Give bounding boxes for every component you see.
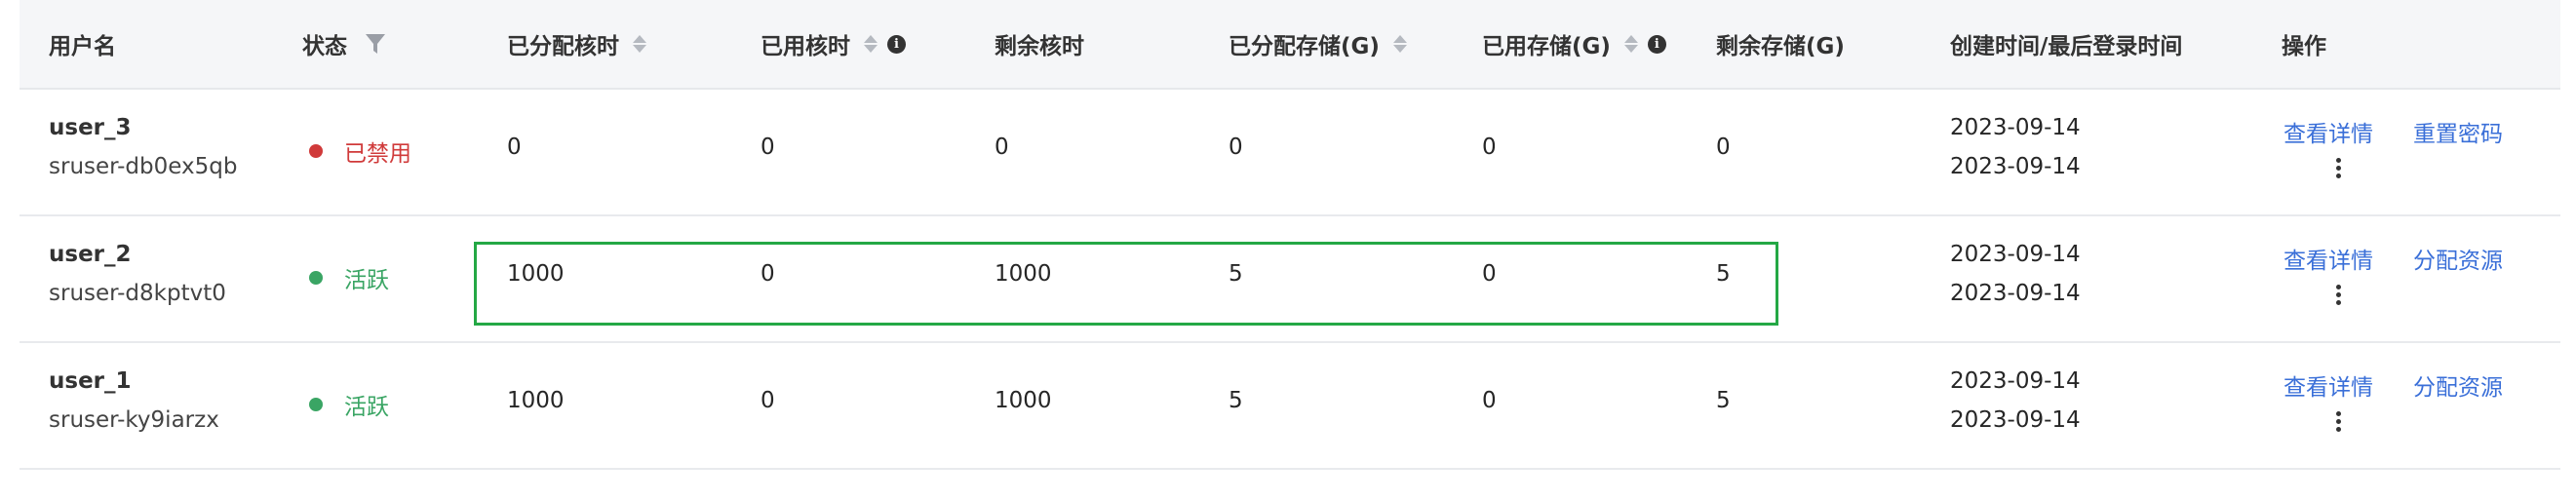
info-icon[interactable]: i (887, 34, 906, 54)
status-dot (309, 271, 323, 285)
used-core-hours: 0 (761, 388, 775, 413)
column-header-label: 已用核时 (761, 34, 850, 59)
status-badge: 已禁用 (309, 135, 411, 168)
table-row: user_2 sruser-d8kptvt0 活跃 1000 0 1000 5 … (20, 216, 2560, 343)
used-core-hours: 0 (761, 135, 775, 160)
column-header-used-storage[interactable]: 已用存储(G) i (1482, 0, 1666, 88)
user-table: 用户名 状态 已分配核时 已用核时 i 剩余核时 已分配存储(G) 已用存储(G… (20, 0, 2560, 470)
status-text: 已禁用 (344, 141, 411, 167)
column-header-allocated-core-hours[interactable]: 已分配核时 (507, 0, 646, 88)
column-header-status: 状态 (302, 0, 386, 88)
remaining-core-hours: 1000 (995, 261, 1052, 287)
status-text: 活跃 (344, 268, 389, 293)
column-header-allocated-storage[interactable]: 已分配存储(G) (1229, 0, 1407, 88)
reset-password-link[interactable]: 重置密码 (2413, 115, 2503, 148)
filter-icon[interactable] (365, 32, 386, 56)
more-vertical-icon[interactable] (2333, 158, 2343, 178)
status-dot (309, 398, 323, 411)
user-id: sruser-db0ex5qb (49, 154, 238, 179)
sort-icon[interactable] (633, 35, 646, 53)
column-header-username: 用户名 (49, 0, 116, 88)
status-text: 活跃 (344, 395, 389, 420)
column-header-remaining-core-hours: 剩余核时 (995, 0, 1084, 88)
user-name: user_1 (49, 368, 132, 394)
table-header: 用户名 状态 已分配核时 已用核时 i 剩余核时 已分配存储(G) 已用存储(G… (20, 0, 2560, 90)
column-header-label: 创建时间/最后登录时间 (1950, 34, 2183, 59)
remaining-core-hours: 0 (995, 135, 1009, 160)
user-name: user_2 (49, 242, 132, 267)
column-header-label: 状态 (302, 34, 347, 59)
column-header-remaining-storage: 剩余存储(G) (1716, 0, 1845, 88)
allocated-core-hours: 1000 (507, 388, 565, 413)
sort-icon[interactable] (1623, 35, 1638, 53)
allocated-core-hours: 1000 (507, 261, 565, 287)
table-row: user_1 sruser-ky9iarzx 活跃 1000 0 1000 5 … (20, 343, 2560, 470)
status-badge: 活跃 (309, 388, 389, 421)
sort-icon[interactable] (1392, 35, 1407, 53)
remaining-storage: 0 (1716, 135, 1731, 160)
last-login-time: 2023-09-14 (1950, 407, 2081, 433)
allocated-storage: 0 (1229, 135, 1243, 160)
user-name: user_3 (49, 115, 132, 140)
created-time: 2023-09-14 (1950, 368, 2081, 394)
view-details-link[interactable]: 查看详情 (2283, 115, 2373, 148)
status-dot (309, 144, 323, 158)
remaining-core-hours: 1000 (995, 388, 1052, 413)
last-login-time: 2023-09-14 (1950, 281, 2081, 306)
created-time: 2023-09-14 (1950, 115, 2081, 140)
allocate-resources-link[interactable]: 分配资源 (2413, 368, 2503, 402)
remaining-storage: 5 (1716, 388, 1731, 413)
used-storage: 0 (1482, 135, 1497, 160)
view-details-link[interactable]: 查看详情 (2283, 368, 2373, 402)
info-icon[interactable]: i (1647, 34, 1666, 54)
user-id: sruser-d8kptvt0 (49, 281, 226, 306)
used-storage: 0 (1482, 261, 1497, 287)
sort-icon[interactable] (864, 35, 878, 53)
allocated-storage: 5 (1229, 388, 1243, 413)
allocated-storage: 5 (1229, 261, 1243, 287)
created-time: 2023-09-14 (1950, 242, 2081, 267)
remaining-storage: 5 (1716, 261, 1731, 287)
column-header-created-last-login: 创建时间/最后登录时间 (1950, 0, 2182, 88)
column-header-label: 已分配存储(G) (1229, 34, 1380, 59)
column-header-used-core-hours[interactable]: 已用核时 i (761, 0, 906, 88)
allocated-core-hours: 0 (507, 135, 522, 160)
status-badge: 活跃 (309, 261, 389, 294)
column-header-label: 剩余存储(G) (1716, 34, 1845, 59)
allocate-resources-link[interactable]: 分配资源 (2413, 242, 2503, 275)
used-storage: 0 (1482, 388, 1497, 413)
column-header-label: 已分配核时 (507, 34, 619, 59)
column-header-label: 剩余核时 (995, 34, 1084, 59)
user-id: sruser-ky9iarzx (49, 407, 219, 433)
last-login-time: 2023-09-14 (1950, 154, 2081, 179)
view-details-link[interactable]: 查看详情 (2283, 242, 2373, 275)
column-header-label: 已用存储(G) (1482, 34, 1611, 59)
column-header-actions: 操作 (2282, 0, 2326, 88)
used-core-hours: 0 (761, 261, 775, 287)
column-header-label: 用户名 (49, 34, 116, 59)
column-header-label: 操作 (2282, 34, 2326, 59)
table-row: user_3 sruser-db0ex5qb 已禁用 0 0 0 0 0 0 2… (20, 90, 2560, 216)
more-vertical-icon[interactable] (2333, 285, 2343, 305)
more-vertical-icon[interactable] (2333, 411, 2343, 432)
